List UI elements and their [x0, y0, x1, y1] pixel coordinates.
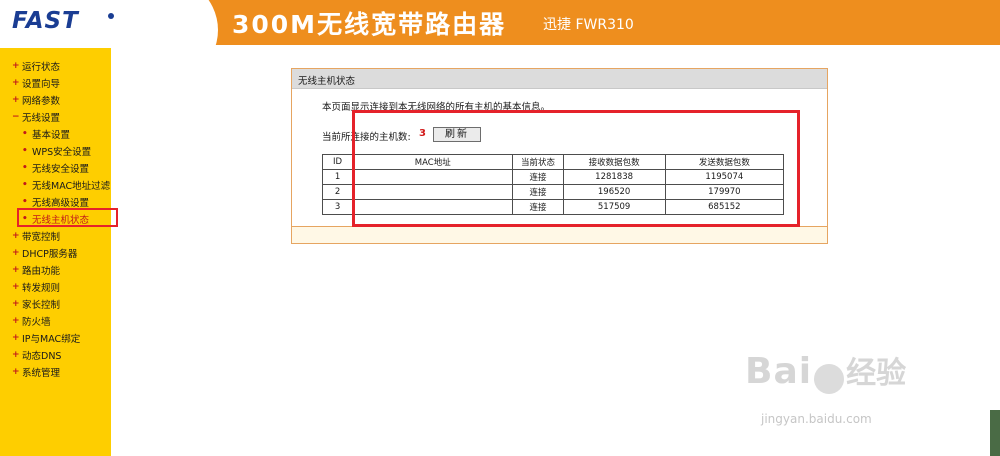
sidebar-item-forwarding-rules[interactable]: + 转发规则: [0, 279, 111, 295]
sidebar-item-parental-control[interactable]: + 家长控制: [0, 296, 111, 312]
sidebar-item-label: 路由功能: [22, 266, 61, 277]
expand-icon: +: [12, 248, 20, 258]
sidebar-item-basic-settings[interactable]: • 基本设置: [0, 126, 111, 142]
sidebar-item-label: 基本设置: [32, 130, 71, 141]
sidebar-item-label: 系统管理: [22, 368, 61, 379]
bullet-icon: •: [22, 129, 28, 139]
header-divider: [0, 45, 1000, 48]
sidebar-menu: + 运行状态 + 设置向导 + 网络参数 − 无线设置 • 基本设置 • WPS安全设置 •…: [0, 48, 111, 456]
watermark-url: jingyan.baidu.com: [761, 412, 872, 426]
expand-icon: +: [12, 265, 20, 275]
paw-icon: [814, 363, 845, 394]
sidebar-item-network-params[interactable]: + 网络参数: [0, 92, 111, 108]
watermark-logo-text: Bai: [745, 351, 813, 392]
expand-icon: +: [12, 282, 20, 292]
sidebar-item-label: 转发规则: [22, 283, 61, 294]
sidebar-item-label: 带宽控制: [22, 232, 61, 243]
cell-id: 1: [321, 169, 354, 185]
sidebar-item-setup-wizard[interactable]: + 设置向导: [0, 75, 111, 91]
sidebar-item-dhcp-server[interactable]: + DHCP服务器: [0, 245, 111, 261]
watermark-logo-suffix: 经验: [846, 356, 907, 391]
sidebar-item-run-status[interactable]: + 运行状态: [0, 58, 111, 74]
sidebar-item-label: 运行状态: [22, 62, 61, 73]
collapse-icon: −: [12, 112, 20, 122]
panel-footer: [292, 226, 827, 243]
sidebar-item-label: 无线MAC地址过滤: [32, 181, 111, 192]
sidebar-item-routing[interactable]: + 路由功能: [0, 262, 111, 278]
expand-icon: +: [12, 78, 20, 88]
table-highlight-annotation: [352, 110, 800, 227]
bullet-icon: •: [22, 146, 28, 156]
expand-icon: +: [12, 316, 20, 326]
expand-icon: +: [12, 61, 20, 71]
cell-id: 3: [321, 199, 354, 215]
sidebar-item-system-management[interactable]: + 系统管理: [0, 364, 111, 380]
brand-logo: FAST: [12, 8, 79, 34]
product-model: 迅捷 FWR310: [543, 17, 634, 33]
sidebar-item-bandwidth-control[interactable]: + 带宽控制: [0, 228, 111, 244]
sidebar-item-mac-filter[interactable]: • 无线MAC地址过滤: [0, 177, 111, 193]
expand-icon: +: [12, 350, 20, 360]
sidebar-item-label: WPS安全设置: [32, 147, 92, 158]
expand-icon: +: [12, 333, 20, 343]
expand-icon: +: [12, 367, 20, 377]
sidebar-item-wireless-security[interactable]: • 无线安全设置: [0, 160, 111, 176]
sidebar-item-label: 防火墙: [22, 317, 51, 328]
sidebar-item-label: 家长控制: [22, 300, 61, 311]
sidebar-item-label: DHCP服务器: [22, 249, 78, 260]
product-title: 300M无线宽带路由器: [232, 10, 507, 39]
sidebar-item-wps-security[interactable]: • WPS安全设置: [0, 143, 111, 159]
expand-icon: +: [12, 95, 20, 105]
scrollbar-thumb[interactable]: [990, 410, 1000, 456]
baidu-jingyan-watermark: Bai 经验: [745, 348, 906, 394]
panel-title-bar: 无线主机状态: [292, 69, 827, 89]
sidebar-item-label: 无线高级设置: [32, 198, 90, 209]
bullet-icon: •: [22, 163, 28, 173]
bullet-icon: •: [22, 197, 28, 207]
expand-icon: +: [12, 299, 20, 309]
sidebar-item-ip-mac-binding[interactable]: + IP与MAC绑定: [0, 330, 111, 346]
brand-logo-dot: [108, 13, 114, 19]
expand-icon: +: [12, 231, 20, 241]
sidebar-item-dynamic-dns[interactable]: + 动态DNS: [0, 347, 111, 363]
column-header-id: ID: [321, 154, 354, 170]
sidebar-highlight-annotation: [17, 208, 118, 227]
sidebar-item-label: 无线安全设置: [32, 164, 90, 175]
bullet-icon: •: [22, 180, 28, 190]
cell-id: 2: [321, 184, 354, 200]
sidebar-item-label: IP与MAC绑定: [22, 334, 81, 345]
panel-title: 无线主机状态: [298, 76, 356, 87]
sidebar-item-label: 动态DNS: [22, 351, 62, 362]
sidebar-item-label: 设置向导: [22, 79, 61, 90]
sidebar-item-label: 网络参数: [22, 96, 61, 107]
sidebar-item-wireless-settings[interactable]: − 无线设置: [0, 109, 111, 125]
header-banner: FAST 300M无线宽带路由器 迅捷 FWR310: [0, 0, 1000, 45]
sidebar-item-firewall[interactable]: + 防火墙: [0, 313, 111, 329]
sidebar-item-label: 无线设置: [22, 113, 61, 124]
